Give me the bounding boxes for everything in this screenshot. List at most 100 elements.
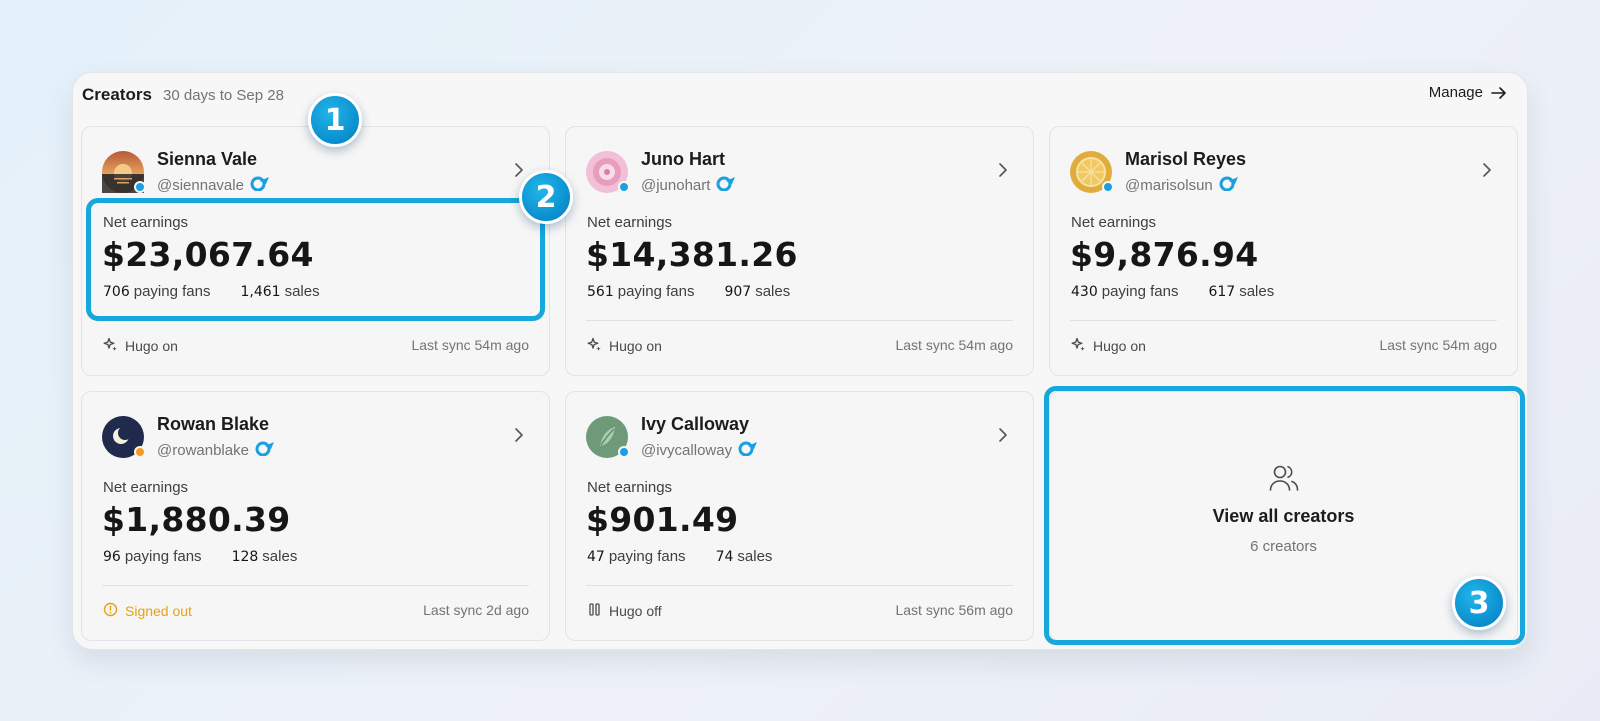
net-earnings-value: $23,067.64	[102, 235, 314, 274]
creator-card[interactable]: Ivy Calloway @ivycalloway Net earnings $901…	[565, 391, 1034, 641]
net-earnings-value: $901.49	[586, 500, 739, 539]
creator-stats: 706 paying fans 1,461 sales	[103, 283, 320, 300]
last-sync: Last sync 54m ago	[895, 337, 1013, 353]
paying-fans-label: paying fans	[617, 283, 695, 300]
sales-label: sales	[755, 283, 791, 300]
presence-dot	[134, 181, 146, 193]
sales-count: 74	[715, 549, 734, 565]
last-sync: Last sync 56m ago	[895, 602, 1013, 618]
panel-title: Creators	[82, 85, 152, 104]
paying-fans-label: paying fans	[1101, 283, 1179, 300]
handle-text: @ivycalloway	[641, 441, 733, 459]
paying-fans-stat: 430 paying fans	[1071, 283, 1178, 300]
paying-fans-count: 430	[1071, 284, 1098, 300]
presence-dot	[618, 181, 630, 193]
sales-stat: 128 sales	[232, 548, 298, 565]
creator-handle: @siennavale	[157, 175, 270, 195]
assistant-status[interactable]: Hugo on	[587, 337, 662, 355]
creator-count: 6 creators	[1250, 538, 1317, 555]
net-earnings-value: $9,876.94	[1070, 235, 1259, 274]
last-sync: Last sync 54m ago	[1379, 337, 1497, 353]
creator-name[interactable]: Rowan Blake	[157, 414, 269, 435]
creator-name[interactable]: Sienna Vale	[157, 149, 257, 170]
paying-fans-count: 706	[103, 284, 130, 300]
assistant-status[interactable]: Hugo on	[103, 337, 178, 355]
pause-icon	[587, 602, 602, 620]
creator-handle: @ivycalloway	[641, 440, 758, 460]
verified-icon	[250, 175, 270, 195]
verified-icon	[738, 440, 758, 460]
arrow-right-icon	[1491, 86, 1506, 99]
assistant-status[interactable]: Signed out	[103, 602, 192, 620]
avatar[interactable]	[586, 416, 630, 458]
sales-stat: 1,461 sales	[240, 283, 319, 300]
handle-text: @marisolsun	[1125, 176, 1213, 194]
sales-label: sales	[262, 548, 298, 565]
divider	[586, 320, 1013, 321]
manage-button[interactable]: Manage	[1429, 84, 1507, 101]
verified-icon	[255, 440, 275, 460]
last-sync: Last sync 2d ago	[423, 602, 529, 618]
sparkle-icon	[587, 337, 602, 355]
avatar[interactable]	[1070, 151, 1114, 193]
sparkle-icon	[103, 337, 118, 355]
sales-stat: 617 sales	[1208, 283, 1274, 300]
chevron-right-icon[interactable]	[995, 161, 1011, 179]
annotation-badge-3: 3	[1452, 576, 1506, 630]
creator-stats: 561 paying fans 907 sales	[587, 283, 790, 300]
creator-card[interactable]: Rowan Blake @rowanblake Net earnings $1,880…	[81, 391, 550, 641]
status-text: Hugo on	[125, 338, 178, 354]
assistant-status[interactable]: Hugo on	[1071, 337, 1146, 355]
annotation-badge-2: 2	[519, 170, 573, 224]
creator-card[interactable]: Sienna Vale @siennavale Net earnings $23,06…	[81, 126, 550, 376]
handle-text: @rowanblake	[157, 441, 249, 459]
paying-fans-stat: 96 paying fans	[103, 548, 202, 565]
manage-label: Manage	[1428, 84, 1483, 101]
annotation-badge-1: 1	[308, 93, 362, 147]
sales-count: 907	[724, 284, 752, 300]
presence-dot	[618, 446, 630, 458]
avatar[interactable]	[102, 151, 146, 193]
verified-icon	[1219, 175, 1239, 195]
sales-count: 617	[1208, 284, 1236, 300]
chevron-right-icon[interactable]	[511, 426, 527, 444]
creator-name[interactable]: Juno Hart	[641, 149, 725, 170]
divider	[102, 320, 529, 321]
verified-icon	[716, 175, 736, 195]
status-text: Hugo off	[609, 603, 662, 619]
avatar[interactable]	[102, 416, 146, 458]
creator-name[interactable]: Marisol Reyes	[1125, 149, 1246, 170]
net-earnings-value: $1,880.39	[102, 500, 291, 539]
sales-label: sales	[737, 548, 773, 565]
creator-card[interactable]: Juno Hart @junohart Net earnings $14,381.26…	[565, 126, 1034, 376]
presence-dot	[134, 446, 146, 458]
sales-label: sales	[1239, 283, 1275, 300]
avatar[interactable]	[586, 151, 630, 193]
date-range: 30 days to Sep 28	[163, 87, 284, 104]
net-earnings-label: Net earnings	[587, 214, 673, 231]
chevron-right-icon[interactable]	[995, 426, 1011, 444]
sales-label: sales	[284, 283, 320, 300]
chevron-right-icon[interactable]	[1479, 161, 1495, 179]
creator-card[interactable]: Marisol Reyes @marisolsun Net earnings $9,8…	[1049, 126, 1518, 376]
paying-fans-label: paying fans	[608, 548, 686, 565]
creator-handle: @marisolsun	[1125, 175, 1239, 195]
view-all-content[interactable]: View all creators 6 creators	[1050, 464, 1517, 555]
creator-handle: @rowanblake	[157, 440, 275, 460]
paying-fans-count: 47	[587, 549, 605, 565]
creator-stats: 96 paying fans 128 sales	[103, 548, 297, 565]
paying-fans-label: paying fans	[124, 548, 202, 565]
creator-name[interactable]: Ivy Calloway	[641, 414, 749, 435]
net-earnings-label: Net earnings	[1071, 214, 1157, 231]
view-all-card[interactable]: View all creators 6 creators	[1049, 391, 1518, 641]
assistant-status[interactable]: Hugo off	[587, 602, 662, 620]
sales-count: 1,461	[240, 284, 281, 300]
alert-circle-icon	[103, 602, 118, 620]
sparkle-icon	[1071, 337, 1086, 355]
divider	[586, 585, 1013, 586]
presence-dot	[1102, 181, 1114, 193]
status-text: Hugo on	[609, 338, 662, 354]
chevron-right-icon[interactable]	[511, 161, 527, 179]
handle-text: @junohart	[641, 176, 711, 194]
divider	[102, 585, 529, 586]
